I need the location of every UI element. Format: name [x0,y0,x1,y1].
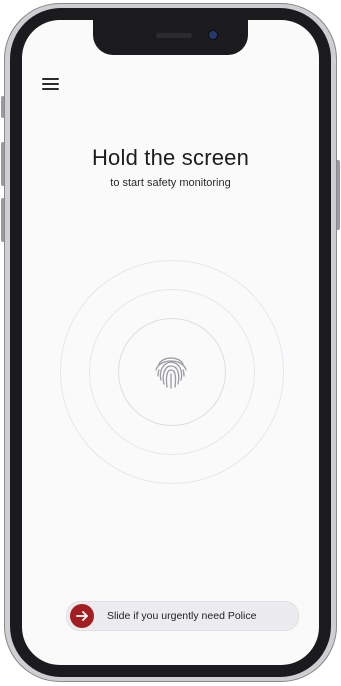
page-title: Hold the screen [91,145,250,170]
slider-knob[interactable] [70,604,94,628]
front-camera [209,31,217,39]
hamburger-menu-icon [42,78,59,80]
fingerprint-icon [155,357,187,389]
page-subtitle: to start safety monitoring [110,177,231,189]
emergency-police-slider[interactable]: Slide if you urgently need Police [66,601,299,631]
arrow-right-icon [76,611,88,621]
menu-button[interactable] [42,78,60,92]
device-mockup: Hold the screen to start safety monitori… [0,0,341,686]
slider-label: Slide if you urgently need Police [107,610,257,622]
speaker-grille [156,33,192,38]
fingerprint-hold-button[interactable] [150,350,192,392]
app-screen: Hold the screen to start safety monitori… [22,20,319,665]
phone-notch [93,19,248,55]
